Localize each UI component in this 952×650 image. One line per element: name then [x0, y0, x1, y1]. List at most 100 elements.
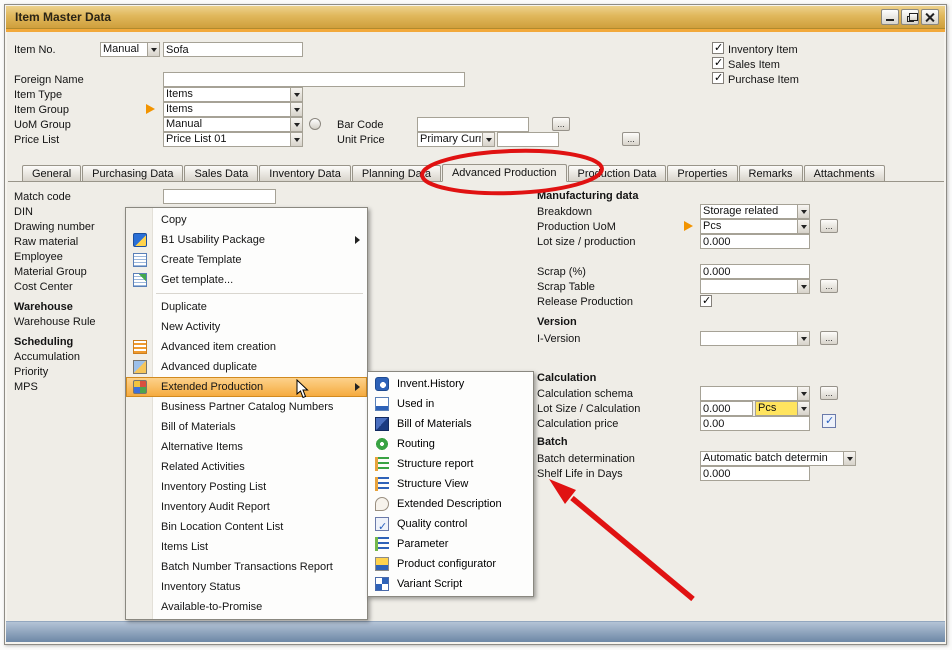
submenu-item-variant-script[interactable]: Variant Script [368, 574, 533, 594]
tab-advanced-production[interactable]: Advanced Production [442, 164, 567, 182]
unit-price-currency-select[interactable]: Primary Curr [417, 132, 495, 147]
priority-label: Priority [14, 366, 48, 378]
tab-properties[interactable]: Properties [667, 165, 737, 182]
tab-sales-data[interactable]: Sales Data [184, 165, 258, 182]
calculation-schema-select[interactable] [700, 386, 810, 401]
item-group-label: Item Group [14, 104, 69, 116]
menu-item-new-activity[interactable]: New Activity [126, 317, 367, 337]
production-uom-browse-button[interactable]: ... [820, 219, 838, 233]
chevron-down-icon[interactable] [843, 452, 855, 465]
chevron-down-icon[interactable] [797, 280, 809, 293]
submenu-item-bill-of-materials[interactable]: Bill of Materials [368, 414, 533, 434]
menu-item-available-to-promise[interactable]: Available-to-Promise [126, 597, 367, 617]
purchase-item-checkbox[interactable] [712, 72, 724, 84]
calculation-schema-browse-button[interactable]: ... [820, 386, 838, 400]
item-no-input[interactable] [163, 42, 303, 57]
match-code-input[interactable] [163, 189, 276, 204]
menu-item-duplicate[interactable]: Duplicate [126, 297, 367, 317]
tab-production-data[interactable]: Production Data [568, 165, 667, 182]
menu-item-create-template[interactable]: Create Template [126, 250, 367, 270]
tab-remarks[interactable]: Remarks [739, 165, 803, 182]
menu-item-items-list[interactable]: Items List [126, 537, 367, 557]
menu-item-bin-location-content-list[interactable]: Bin Location Content List [126, 517, 367, 537]
uom-group-value: Manual [164, 118, 289, 131]
submenu-item-parameter[interactable]: Parameter [368, 534, 533, 554]
menu-item-related-activities[interactable]: Related Activities [126, 457, 367, 477]
chevron-down-icon[interactable] [290, 88, 302, 101]
chevron-down-icon[interactable] [797, 205, 809, 218]
scrap-table-select[interactable] [700, 279, 810, 294]
batch-determination-select[interactable]: Automatic batch determin [700, 451, 856, 466]
item-type-select[interactable]: Items [163, 87, 303, 102]
chevron-down-icon[interactable] [290, 118, 302, 131]
chevron-down-icon[interactable] [797, 387, 809, 400]
submenu-item-used-in[interactable]: Used in [368, 394, 533, 414]
restore-button[interactable] [901, 9, 919, 25]
price-list-select[interactable]: Price List 01 [163, 132, 303, 147]
menu-item-copy[interactable]: Copy [126, 210, 367, 230]
submenu-item-invent-history[interactable]: Invent.History [368, 374, 533, 394]
submenu-item-product-configurator[interactable]: Product configurator [368, 554, 533, 574]
release-production-checkbox[interactable] [700, 295, 712, 307]
lot-size-calculation-uom-select[interactable]: Pcs [755, 401, 810, 416]
calculation-price-input[interactable] [700, 416, 810, 431]
submenu-item-structure-view[interactable]: Structure View [368, 474, 533, 494]
submenu-item-quality-control[interactable]: Quality control [368, 514, 533, 534]
tab-planning-data[interactable]: Planning Data [352, 165, 441, 182]
lot-size-calculation-input[interactable] [700, 401, 753, 416]
menu-item-inventory-audit-report[interactable]: Inventory Audit Report [126, 497, 367, 517]
lot-size-calculation-label: Lot Size / Calculation [537, 403, 640, 415]
unit-price-browse-button[interactable]: ... [622, 132, 640, 146]
quality-control-icon [375, 517, 389, 531]
menu-item-extended-production[interactable]: Extended Production [126, 377, 367, 397]
chevron-down-icon[interactable] [797, 220, 809, 233]
minimize-button[interactable] [881, 9, 899, 25]
menu-item-bill-of-materials[interactable]: Bill of Materials [126, 417, 367, 437]
tab-attachments[interactable]: Attachments [804, 165, 885, 182]
menu-item-b1-usability-package[interactable]: B1 Usability Package [126, 230, 367, 250]
menu-item-batch-number-transactions-report[interactable]: Batch Number Transactions Report [126, 557, 367, 577]
menu-item-business-partner-catalog-numbers[interactable]: Business Partner Catalog Numbers [126, 397, 367, 417]
production-uom-select[interactable]: Pcs [700, 219, 810, 234]
chevron-down-icon[interactable] [797, 332, 809, 345]
menu-item-inventory-status[interactable]: Inventory Status [126, 577, 367, 597]
i-version-browse-button[interactable]: ... [820, 331, 838, 345]
link-arrow-icon[interactable] [146, 104, 155, 114]
menu-item-advanced-item-creation[interactable]: Advanced item creation [126, 337, 367, 357]
shelf-life-input[interactable] [700, 466, 810, 481]
i-version-select[interactable] [700, 331, 810, 346]
unit-price-input[interactable] [497, 132, 559, 147]
menu-item-get-template[interactable]: Get template... [126, 270, 367, 290]
bar-code-input[interactable] [417, 117, 529, 132]
close-button[interactable] [921, 9, 939, 25]
sales-item-checkbox[interactable] [712, 57, 724, 69]
scrap-table-browse-button[interactable]: ... [820, 279, 838, 293]
submenu-item-extended-description[interactable]: Extended Description [368, 494, 533, 514]
chevron-down-icon[interactable] [482, 133, 494, 146]
recalculate-icon[interactable] [822, 414, 836, 428]
foreign-name-input[interactable] [163, 72, 465, 87]
chevron-down-icon[interactable] [147, 43, 159, 56]
submenu-item-routing[interactable]: Routing [368, 434, 533, 454]
chevron-down-icon[interactable] [797, 402, 809, 415]
lot-size-production-input[interactable] [700, 234, 810, 249]
breakdown-select[interactable]: Storage related [700, 204, 810, 219]
menu-item-inventory-posting-list[interactable]: Inventory Posting List [126, 477, 367, 497]
menu-item-advanced-duplicate[interactable]: Advanced duplicate [126, 357, 367, 377]
chevron-down-icon[interactable] [290, 103, 302, 116]
item-group-select[interactable]: Items [163, 102, 303, 117]
tab-general[interactable]: General [22, 165, 81, 182]
chevron-down-icon[interactable] [290, 133, 302, 146]
item-no-mode-select[interactable]: Manual [100, 42, 160, 57]
uom-group-select[interactable]: Manual [163, 117, 303, 132]
batch-determination-value: Automatic batch determin [701, 452, 842, 465]
uom-circle-icon[interactable] [309, 118, 321, 130]
scrap-pct-input[interactable] [700, 264, 810, 279]
link-arrow-icon[interactable] [684, 221, 693, 231]
bar-code-browse-button[interactable]: ... [552, 117, 570, 131]
inventory-item-checkbox[interactable] [712, 42, 724, 54]
submenu-item-structure-report[interactable]: Structure report [368, 454, 533, 474]
menu-item-alternative-items[interactable]: Alternative Items [126, 437, 367, 457]
tab-purchasing-data[interactable]: Purchasing Data [82, 165, 183, 182]
tab-inventory-data[interactable]: Inventory Data [259, 165, 351, 182]
